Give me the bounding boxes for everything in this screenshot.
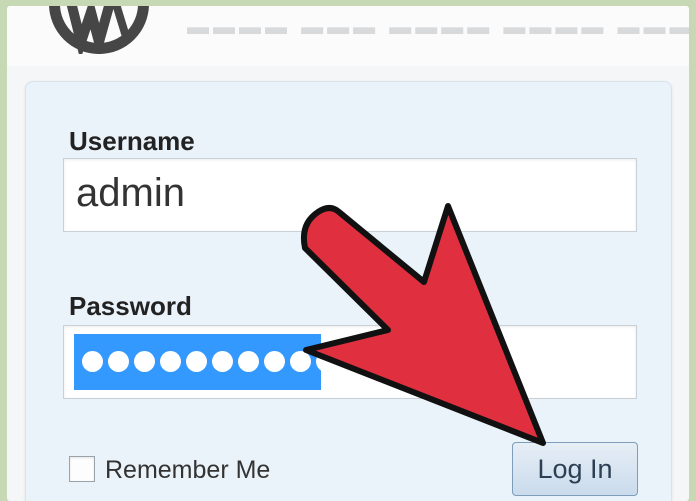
wikihow-frame: ▬▬▬▬ ▬▬▬ ▬▬▬▬ ▬▬▬▬ ▬▬▬ Username admin Pa… [7,6,689,501]
password-dot [134,351,155,372]
password-label: Password [69,291,192,321]
password-dot [316,351,321,372]
password-dot [238,351,259,372]
password-dot [264,351,285,372]
password-dot [82,351,103,372]
password-field[interactable]: ●●●●●●●●●● [63,325,637,399]
remember-me-label: Remember Me [105,456,271,484]
username-field[interactable]: admin [63,158,637,232]
password-dot [186,351,207,372]
password-dot [212,351,233,372]
header-band: ▬▬▬▬ ▬▬▬ ▬▬▬▬ ▬▬▬▬ ▬▬▬ [7,6,689,66]
username-label: Username [69,126,195,156]
remember-me-checkbox[interactable] [69,456,95,482]
password-dot [160,351,181,372]
password-dot [290,351,311,372]
username-value: admin [76,171,185,215]
password-selection-highlight [74,334,321,390]
wordpress-logo-icon [49,6,149,54]
header-faded-text: ▬▬▬▬ ▬▬▬ ▬▬▬▬ ▬▬▬▬ ▬▬▬ [187,14,689,39]
login-form-panel: Username admin Password ●●●●●●●●●● Remem [25,81,672,501]
password-dot [108,351,129,372]
log-in-button[interactable]: Log In [512,442,638,496]
